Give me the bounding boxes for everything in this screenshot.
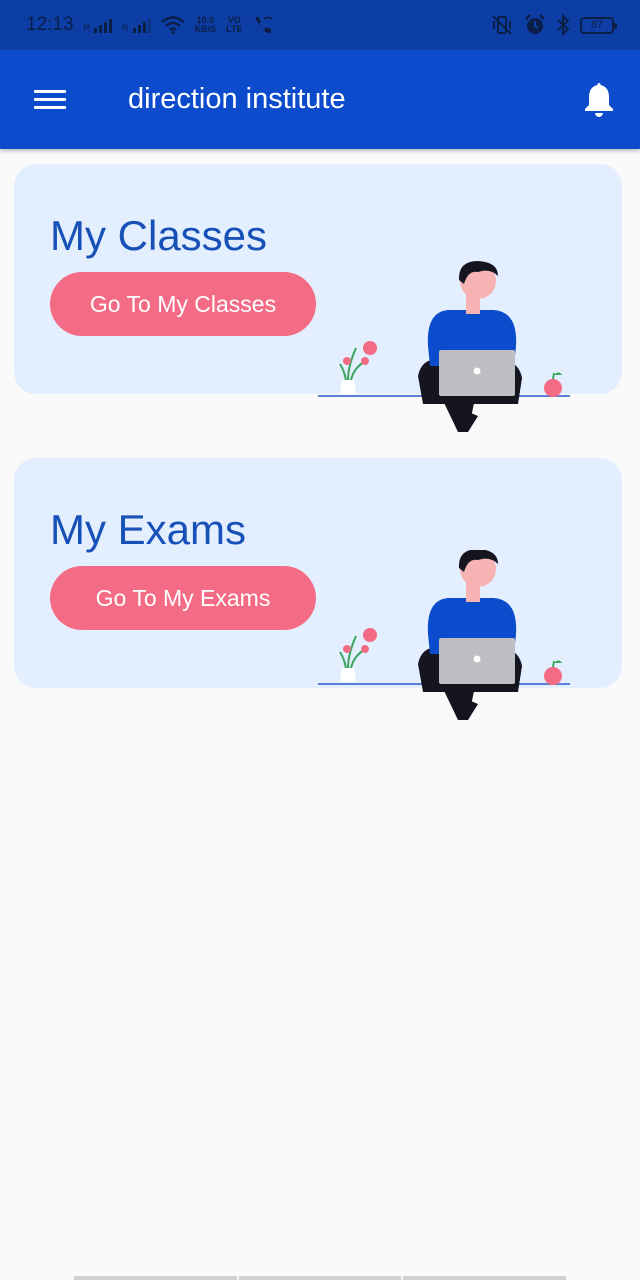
status-bar: 12:13 R R 10.0 KB/S VO LTE 87 (0, 0, 640, 50)
status-time: 12:13 (26, 14, 74, 35)
card-title: My Classes (50, 212, 268, 259)
hamburger-menu-icon[interactable] (28, 82, 72, 118)
wifi-icon (160, 16, 185, 34)
go-to-my-classes-button[interactable]: Go To My Classes (50, 272, 316, 336)
volte-icon: VO LTE (226, 16, 242, 34)
card-title: My Exams (50, 506, 247, 553)
app-title: direction institute (128, 83, 346, 115)
signal-icon: R (84, 17, 113, 33)
wifi-calling-icon (255, 16, 273, 34)
status-left: 12:13 R R 10.0 KB/S VO LTE (26, 14, 274, 36)
go-to-my-exams-button[interactable]: Go To My Exams (50, 566, 316, 630)
bell-icon[interactable] (582, 80, 616, 118)
status-right: 87 (490, 14, 617, 36)
person-with-laptop-illustration (318, 261, 570, 432)
alarm-icon (525, 14, 545, 34)
bluetooth-icon (557, 14, 570, 36)
vibrate-icon (492, 15, 512, 35)
person-with-laptop-illustration (318, 550, 570, 720)
network-speed-unit: KB/S (194, 24, 217, 34)
battery-icon: 87 (580, 16, 617, 34)
my-exams-card: My Exams Go To My Exams (14, 458, 622, 720)
app-bar: direction institute (0, 50, 640, 149)
network-speed: 10.0 KB/S (195, 16, 217, 34)
navigation-gesture-bar (74, 1276, 567, 1280)
my-classes-card: My Classes Go To My Classes (14, 164, 622, 432)
signal-icon: R (122, 17, 151, 33)
volte-label-2: LTE (226, 24, 243, 34)
